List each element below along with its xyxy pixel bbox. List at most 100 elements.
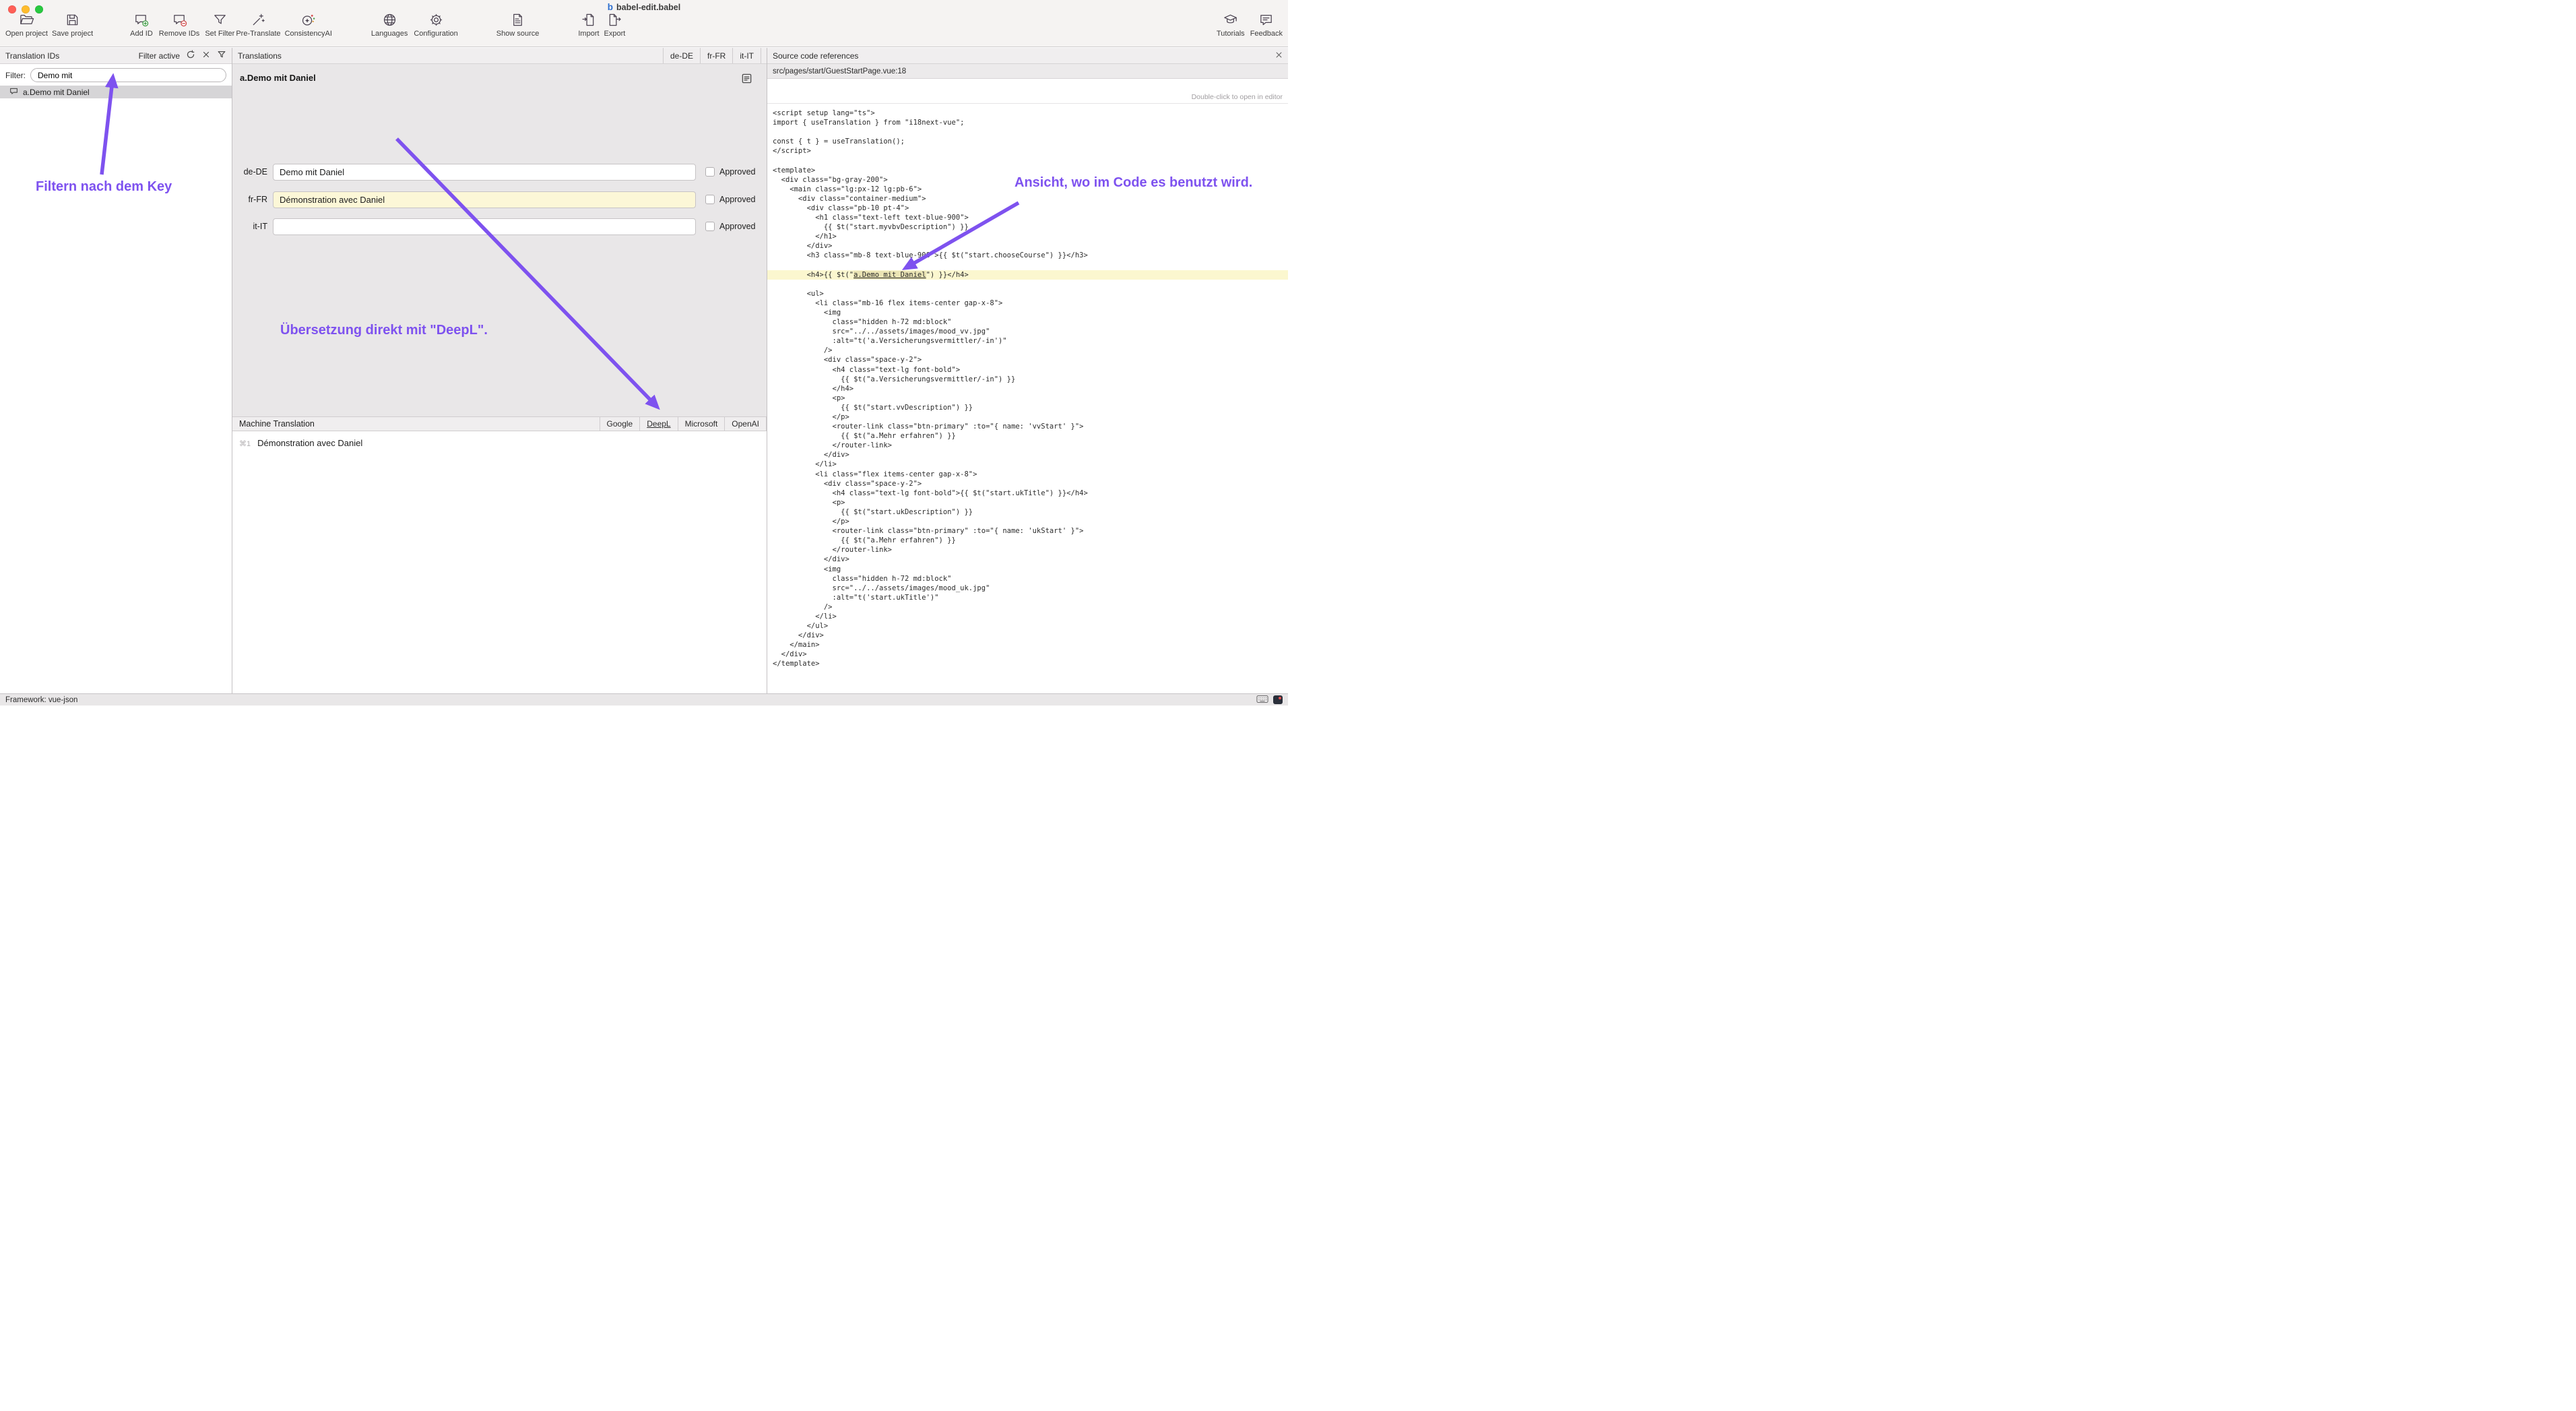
filter-input[interactable] (30, 68, 226, 82)
toolbar-label: Feedback (1250, 30, 1283, 38)
translation-ids-title: Translation IDs (5, 51, 59, 61)
toolbar-open-project[interactable]: Open project (5, 11, 48, 38)
toolbar-show-source[interactable]: Show source (496, 11, 540, 38)
approved-checkbox-fr-fr[interactable] (705, 195, 715, 204)
tab-microsoft[interactable]: Microsoft (678, 417, 725, 431)
toolbar-tutorials[interactable]: Tutorials (1217, 11, 1245, 38)
toolbar-label: ConsistencyAI (285, 30, 332, 38)
toolbar-configuration[interactable]: Configuration (414, 11, 457, 38)
source-references-panel: Source code references src/pages/start/G… (767, 48, 1288, 693)
translations-editor: a.Demo mit Daniel de-DE Approved fr-FR A… (232, 64, 767, 416)
app-badge-icon[interactable] (1273, 695, 1283, 704)
toolbar-feedback[interactable]: Feedback (1250, 11, 1283, 38)
language-code-label: it-IT (238, 222, 267, 231)
toolbar-label: Add ID (130, 30, 153, 38)
code-listing[interactable]: <script setup lang="ts">import { useTran… (767, 104, 1288, 693)
machine-translation-body: ⌘1 Démonstration avec Daniel (232, 431, 767, 693)
close-panel-icon[interactable] (1275, 51, 1283, 61)
save-project-icon (65, 11, 80, 29)
feedback-icon (1258, 11, 1274, 29)
remove-ids-icon (172, 11, 187, 29)
translation-ids-header: Translation IDs Filter active (0, 48, 232, 64)
open-in-editor-hint: Double-click to open in editor (767, 79, 1288, 104)
tab-google[interactable]: Google (600, 417, 640, 431)
translation-id-icon (9, 87, 18, 98)
toolbar-pre-translate[interactable]: Pre-Translate (236, 11, 280, 38)
provider-tabs: Google DeepL Microsoft OpenAI (600, 417, 767, 431)
source-file-reference[interactable]: src/pages/start/GuestStartPage.vue:18 (767, 64, 1288, 79)
framework-label: Framework: vue-json (5, 696, 77, 704)
translation-id-list: a.Demo mit Daniel (0, 86, 232, 693)
tab-fr-fr[interactable]: fr-FR (700, 48, 732, 63)
pre-translate-icon (251, 11, 266, 29)
translations-panel: Translations de-DE fr-FR it-IT a.Demo mi… (232, 48, 767, 693)
filter-active-label: Filter active (139, 51, 180, 61)
language-code-label: de-DE (238, 167, 267, 177)
toolbar-label: Tutorials (1217, 30, 1245, 38)
approved-checkbox-it-it[interactable] (705, 222, 715, 231)
filter-row: Filter: (0, 64, 232, 86)
tab-openai[interactable]: OpenAI (724, 417, 767, 431)
translation-row-de-de: de-DE Approved (232, 163, 767, 181)
configuration-icon (428, 11, 444, 29)
approved-checkbox-de-de[interactable] (705, 167, 715, 177)
machine-translation-header: Machine Translation Google DeepL Microso… (232, 416, 767, 431)
toolbar-languages[interactable]: Languages (371, 11, 408, 38)
toolbar-label: Languages (371, 30, 408, 38)
toolbar-import[interactable]: Import (578, 11, 599, 38)
list-item[interactable]: a.Demo mit Daniel (0, 86, 232, 98)
filter-toggle-icon[interactable] (217, 50, 226, 61)
toolbar-label: Save project (52, 30, 93, 38)
approved-label: Approved (719, 222, 756, 231)
clear-filter-icon[interactable] (201, 50, 211, 61)
translations-header: Translations de-DE fr-FR it-IT (232, 48, 767, 64)
toolbar-label: Open project (5, 30, 48, 38)
approved-label: Approved (719, 167, 756, 177)
machine-translation-title: Machine Translation (239, 419, 315, 429)
translation-row-it-it: it-IT Approved (232, 218, 767, 235)
toolbar-add-id[interactable]: Add ID (130, 11, 153, 38)
toolbar-label: Remove IDs (159, 30, 200, 38)
toolbar-export[interactable]: Export (604, 11, 626, 38)
toolbar-label: Set Filter (205, 30, 234, 38)
comment-icon[interactable] (741, 73, 752, 88)
titlebar-toolbar: b babel-edit.babel Open project Save pro… (0, 0, 1288, 47)
tab-deepl[interactable]: DeepL (639, 417, 677, 431)
set-filter-icon (212, 11, 228, 29)
source-file-path: src/pages/start/GuestStartPage.vue:18 (773, 67, 906, 75)
tab-de-de[interactable]: de-DE (663, 48, 700, 63)
translations-title: Translations (238, 51, 282, 61)
translation-input-fr-fr[interactable] (273, 191, 696, 208)
toolbar-consistency-ai[interactable]: ConsistencyAI (285, 11, 332, 38)
consistency-ai-icon (300, 11, 316, 29)
add-id-icon (133, 11, 149, 29)
translation-ids-panel: Translation IDs Filter active Filter: a.… (0, 48, 232, 693)
translation-input-it-it[interactable] (273, 218, 696, 235)
toolbar: Open project Save project Add ID Remove … (5, 11, 1283, 46)
toolbar-set-filter[interactable]: Set Filter (205, 11, 234, 38)
tab-it-it[interactable]: it-IT (732, 48, 761, 63)
show-source-icon (510, 11, 525, 29)
toolbar-remove-ids[interactable]: Remove IDs (159, 11, 200, 38)
refresh-filter-icon[interactable] (186, 50, 195, 61)
toolbar-label: Configuration (414, 30, 457, 38)
open-project-icon (19, 11, 34, 29)
entry-title: a.Demo mit Daniel (240, 73, 316, 83)
toolbar-label: Import (578, 30, 599, 38)
tutorials-icon (1223, 11, 1238, 29)
languages-icon (382, 11, 397, 29)
source-references-title: Source code references (773, 51, 858, 61)
toolbar-label: Show source (496, 30, 540, 38)
source-references-header: Source code references (767, 48, 1288, 64)
approved-label: Approved (719, 195, 756, 204)
toolbar-label: Pre-Translate (236, 30, 280, 38)
mt-suggestion-row[interactable]: ⌘1 Démonstration avec Daniel (239, 438, 767, 448)
translation-id-label: a.Demo mit Daniel (23, 88, 90, 97)
import-icon (581, 11, 596, 29)
export-icon (607, 11, 622, 29)
toolbar-save-project[interactable]: Save project (52, 11, 93, 38)
statusbar: Framework: vue-json (0, 693, 1288, 706)
main-area: Translation IDs Filter active Filter: a.… (0, 48, 1288, 693)
keyboard-icon[interactable] (1256, 695, 1268, 706)
translation-input-de-de[interactable] (273, 164, 696, 181)
